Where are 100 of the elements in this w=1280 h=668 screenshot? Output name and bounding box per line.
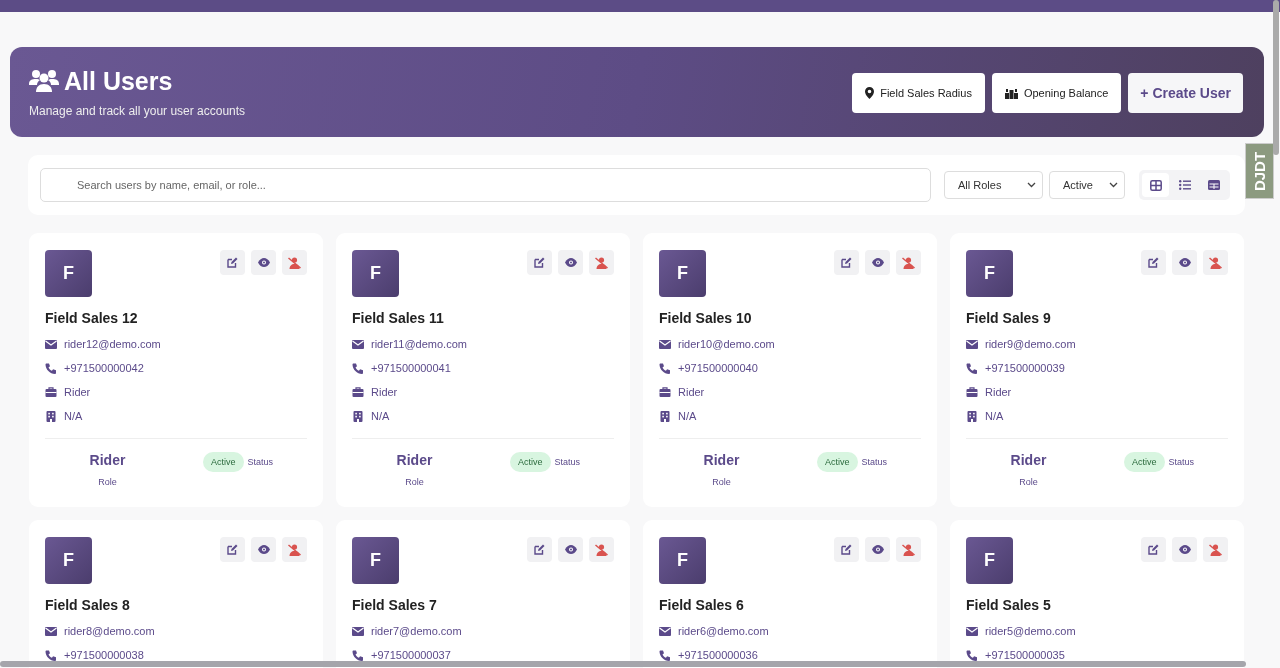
view-details-button[interactable]: [1172, 537, 1197, 562]
view-button[interactable]: [1142, 173, 1169, 197]
eye-icon: [871, 545, 884, 554]
user-email: rider7@demo.com: [371, 625, 462, 637]
user-name: Field Sales 11: [352, 310, 445, 326]
page-subtitle: Manage and track all your user accounts: [29, 103, 246, 118]
deactivate-button[interactable]: [282, 250, 307, 275]
building-icon: [352, 410, 364, 422]
role-label: Role: [405, 477, 424, 487]
status-label: Status: [1168, 456, 1195, 467]
deactivate-button[interactable]: [589, 537, 614, 562]
user-role: Rider: [985, 386, 1012, 398]
radius-button[interactable]: Field Sales Radius: [852, 73, 985, 113]
role-label: Role: [98, 477, 117, 487]
role-value: Rider: [1010, 452, 1047, 468]
eye-icon: [564, 258, 577, 267]
phone-icon: [352, 362, 364, 374]
building-icon: [966, 410, 978, 422]
edit-button[interactable]: [527, 250, 552, 275]
user-slash-icon: [1209, 543, 1222, 556]
role-dropdown[interactable]: All Roles: [944, 171, 1043, 199]
user-role: Rider: [64, 386, 91, 398]
deactivate-button[interactable]: [896, 250, 921, 275]
edit-button[interactable]: [527, 537, 552, 562]
view-details-button[interactable]: [251, 537, 276, 562]
edit-button[interactable]: [220, 537, 245, 562]
phone-icon: [966, 649, 978, 661]
view-details-button[interactable]: [1172, 250, 1197, 275]
user-avatar: F: [966, 537, 1013, 584]
view-details-button[interactable]: [865, 537, 890, 562]
user-slash-icon: [1209, 256, 1222, 269]
edit-button[interactable]: [1141, 537, 1166, 562]
eye-icon: [564, 545, 577, 554]
edit-icon: [227, 544, 238, 555]
envelope-icon: [45, 626, 57, 636]
search-field[interactable]: Search users by name, email, or role...: [40, 168, 931, 202]
user-email: rider5@demo.com: [985, 625, 1076, 637]
status-dropdown[interactable]: Active: [1049, 171, 1125, 199]
user-email: rider8@demo.com: [64, 625, 155, 637]
envelope-icon: [45, 339, 57, 349]
grid-icon: [1149, 179, 1162, 191]
create-user-button[interactable]: + Create User: [1128, 73, 1243, 113]
user-name: Field Sales 10: [659, 310, 753, 326]
view-details-button[interactable]: [865, 250, 890, 275]
edit-button[interactable]: [834, 250, 859, 275]
chevron-down-icon: [1109, 182, 1118, 188]
horizontal-scrollbar[interactable]: [0, 661, 1246, 667]
deactivate-button[interactable]: [1203, 250, 1228, 275]
eye-icon: [1178, 258, 1191, 267]
user-phone: +971500000040: [678, 362, 758, 374]
edit-icon: [1148, 544, 1159, 555]
edit-icon: [534, 544, 545, 555]
phone-icon: [659, 362, 671, 374]
eye-icon: [871, 258, 884, 267]
status-badge: Active: [817, 451, 858, 472]
envelope-icon: [352, 626, 364, 636]
opening-balance-button[interactable]: Opening Balance: [991, 73, 1122, 113]
eye-icon: [257, 545, 270, 554]
briefcase-icon: [45, 387, 57, 397]
deactivate-button[interactable]: [896, 537, 921, 562]
user-branch: N/A: [985, 410, 1004, 422]
edit-button[interactable]: [834, 537, 859, 562]
edit-button[interactable]: [220, 250, 245, 275]
role-value: Rider: [396, 452, 433, 468]
user-phone: +971500000042: [64, 362, 144, 374]
deactivate-button[interactable]: [589, 250, 614, 275]
view-details-button[interactable]: [251, 250, 276, 275]
user-phone: +971500000039: [985, 362, 1065, 374]
user-phone: +971500000041: [371, 362, 451, 374]
user-avatar: F: [966, 250, 1013, 297]
deactivate-button[interactable]: [282, 537, 307, 562]
vertical-scrollbar[interactable]: [1273, 0, 1279, 155]
user-email: rider12@demo.com: [64, 338, 161, 350]
status-badge: Active: [1124, 451, 1165, 472]
map-pin-icon: [865, 87, 875, 99]
phone-icon: [659, 649, 671, 661]
user-phone: +971500000035: [985, 649, 1065, 661]
chevron-down-icon: [1027, 182, 1036, 188]
user-phone: +971500000036: [678, 649, 758, 661]
user-avatar: F: [352, 537, 399, 584]
role-value: Rider: [703, 452, 740, 468]
view-details-button[interactable]: [558, 537, 583, 562]
user-phone: +971500000038: [64, 649, 144, 661]
view-details-button[interactable]: [558, 250, 583, 275]
deactivate-button[interactable]: [1203, 537, 1228, 562]
edit-icon: [227, 257, 238, 268]
envelope-icon: [352, 339, 364, 349]
edit-button[interactable]: [1141, 250, 1166, 275]
role-value: Rider: [89, 452, 126, 468]
eye-icon: [257, 258, 270, 267]
user-slash-icon: [595, 543, 608, 556]
user-name: Field Sales 12: [45, 310, 139, 326]
edit-icon: [841, 257, 852, 268]
phone-icon: [352, 649, 364, 661]
building-icon: [659, 410, 671, 422]
user-email: rider9@demo.com: [985, 338, 1076, 350]
page-title: All Users: [64, 66, 173, 96]
status-label: Status: [554, 456, 581, 467]
phone-icon: [45, 649, 57, 661]
user-slash-icon: [902, 256, 915, 269]
